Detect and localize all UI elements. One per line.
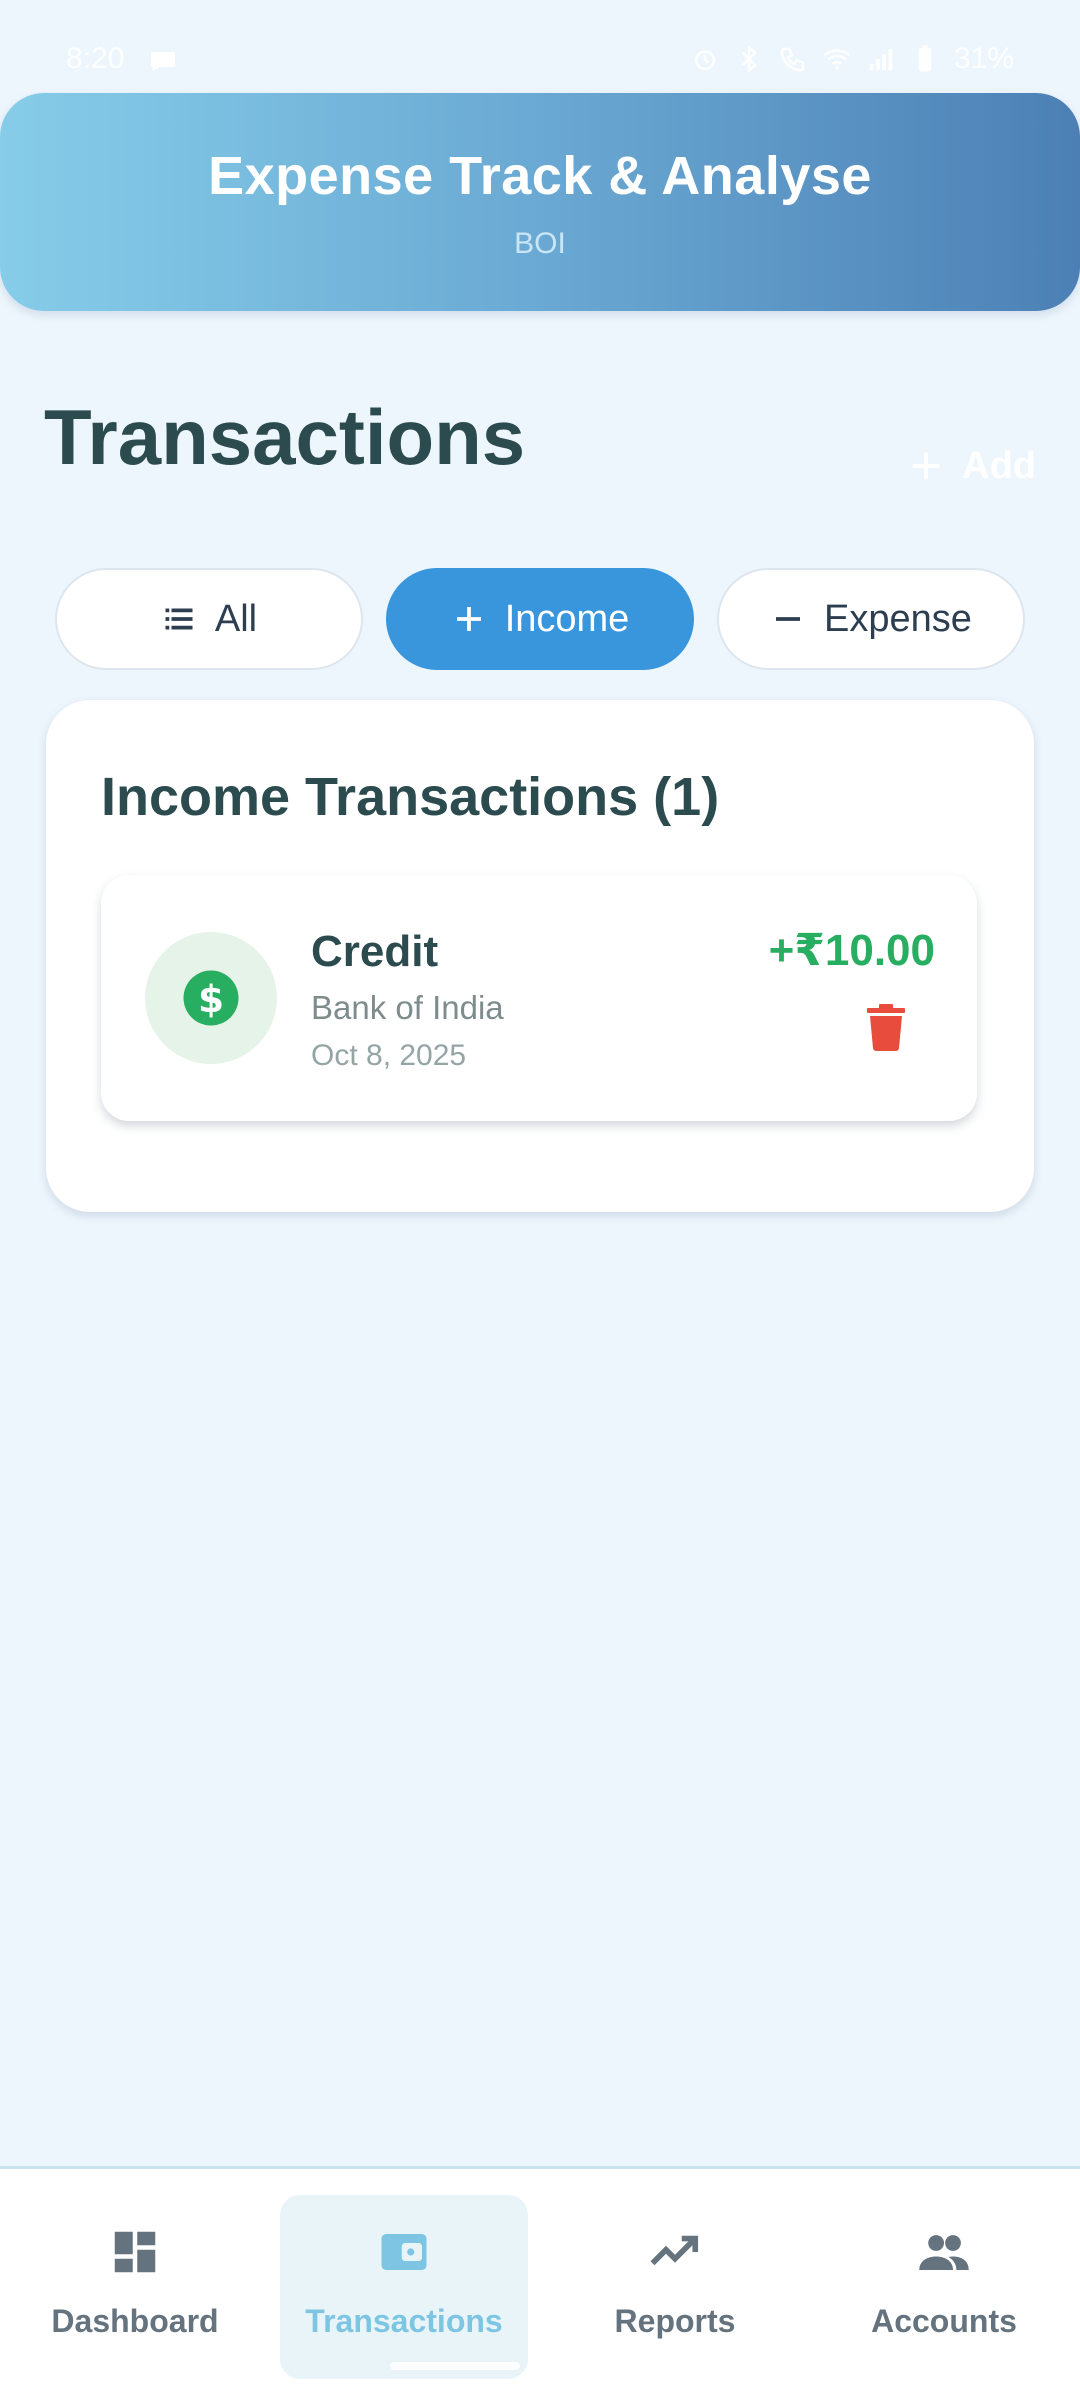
bluetooth-icon [741, 45, 758, 73]
signal-icon [869, 49, 893, 71]
minus-icon [776, 617, 801, 621]
transactions-card: Income Transactions (1) $ Credit Bank of… [46, 700, 1034, 1212]
transaction-bank: Bank of India [311, 989, 504, 1026]
transaction-date: Oct 8, 2025 [311, 1039, 467, 1072]
svg-text:$: $ [198, 977, 224, 1021]
nav-dashboard[interactable]: Dashboard [11, 2195, 259, 2379]
card-title: Income Transactions (1) [101, 767, 720, 827]
status-bar: 8:20 31% [0, 0, 1080, 90]
alarm-icon [694, 50, 715, 71]
nav-accounts[interactable]: Accounts [820, 2195, 1068, 2379]
message-icon [151, 52, 175, 71]
plus-icon [456, 607, 481, 631]
home-indicator[interactable] [390, 2362, 520, 2370]
app-title: Expense Track & Analyse [208, 146, 872, 206]
dashboard-icon [114, 2231, 156, 2273]
nav-transactions-label: Transactions [305, 2303, 503, 2339]
bottom-navigation: Dashboard Transactions Reports Accounts [0, 2166, 1080, 2400]
account-subtitle: BOI [514, 227, 566, 260]
filter-income-button[interactable]: Income [386, 568, 694, 670]
list-icon [165, 608, 193, 630]
nav-transactions[interactable]: Transactions [280, 2195, 528, 2379]
filter-expense-button[interactable]: Expense [717, 568, 1025, 670]
delete-icon[interactable] [865, 1003, 907, 1051]
filter-expense-label: Expense [824, 597, 972, 640]
status-time: 8:20 [66, 42, 125, 75]
people-icon [919, 2235, 969, 2270]
transaction-item[interactable]: $ Credit Bank of India Oct 8, 2025 +₹10.… [101, 875, 977, 1121]
trending-up-icon [650, 2235, 699, 2266]
transaction-name: Credit [311, 927, 439, 976]
nav-dashboard-label: Dashboard [51, 2303, 219, 2339]
filter-all-button[interactable]: All [55, 568, 363, 670]
filter-income-label: Income [504, 597, 630, 640]
wallet-icon [381, 2234, 427, 2270]
wifi-icon [823, 49, 851, 70]
page-title: Transactions [44, 393, 526, 481]
dollar-icon: $ [183, 970, 239, 1026]
app-header: Expense Track & Analyse BOI [0, 93, 1080, 311]
battery-percent: 31% [953, 42, 1014, 75]
call-icon [780, 47, 805, 72]
add-transaction-button[interactable]: Add [908, 436, 1036, 496]
battery-icon [918, 45, 932, 72]
filter-group: All Income Expense [55, 568, 1025, 670]
status-icons: 31% [690, 42, 1014, 76]
add-label: Add [962, 444, 1036, 487]
nav-accounts-label: Accounts [871, 2303, 1017, 2339]
transaction-amount: +₹10.00 [768, 926, 935, 975]
plus-icon [912, 452, 940, 480]
filter-all-label: All [214, 597, 258, 640]
nav-reports[interactable]: Reports [551, 2195, 799, 2379]
nav-reports-label: Reports [614, 2303, 736, 2339]
transaction-icon-badge: $ [145, 932, 277, 1064]
